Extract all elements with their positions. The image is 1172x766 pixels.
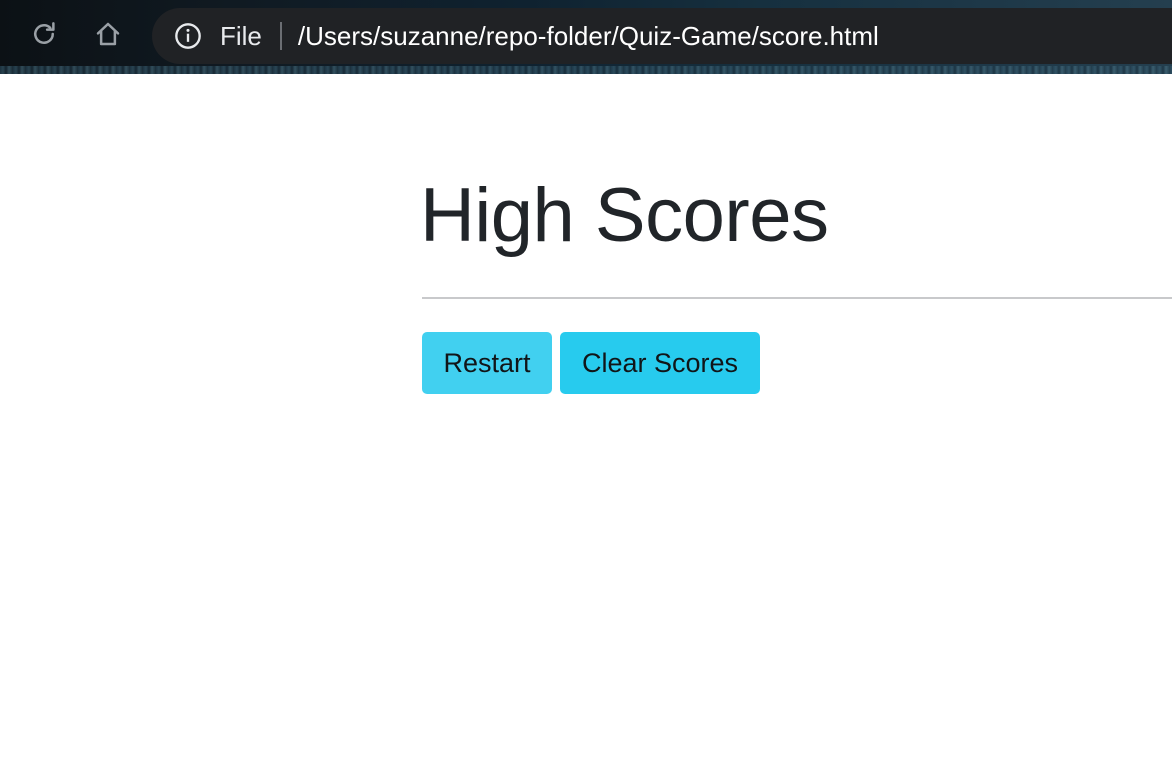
- reload-button[interactable]: [26, 18, 62, 54]
- page-title: High Scores: [420, 173, 829, 258]
- url-text[interactable]: /Users/suzanne/repo-folder/Quiz-Game/sco…: [298, 21, 879, 52]
- info-icon[interactable]: [174, 22, 202, 50]
- divider: [422, 297, 1172, 299]
- clear-scores-button[interactable]: Clear Scores: [560, 332, 760, 394]
- scheme-label: File: [220, 20, 262, 51]
- restart-button[interactable]: Restart: [422, 332, 552, 394]
- home-icon: [93, 19, 123, 54]
- reload-icon: [29, 19, 59, 54]
- address-divider: [279, 22, 282, 50]
- address-bar[interactable]: File /Users/suzanne/repo-folder/Quiz-Gam…: [152, 8, 1172, 64]
- home-button[interactable]: [90, 18, 126, 54]
- browser-toolbar: File /Users/suzanne/repo-folder/Quiz-Gam…: [0, 0, 1172, 74]
